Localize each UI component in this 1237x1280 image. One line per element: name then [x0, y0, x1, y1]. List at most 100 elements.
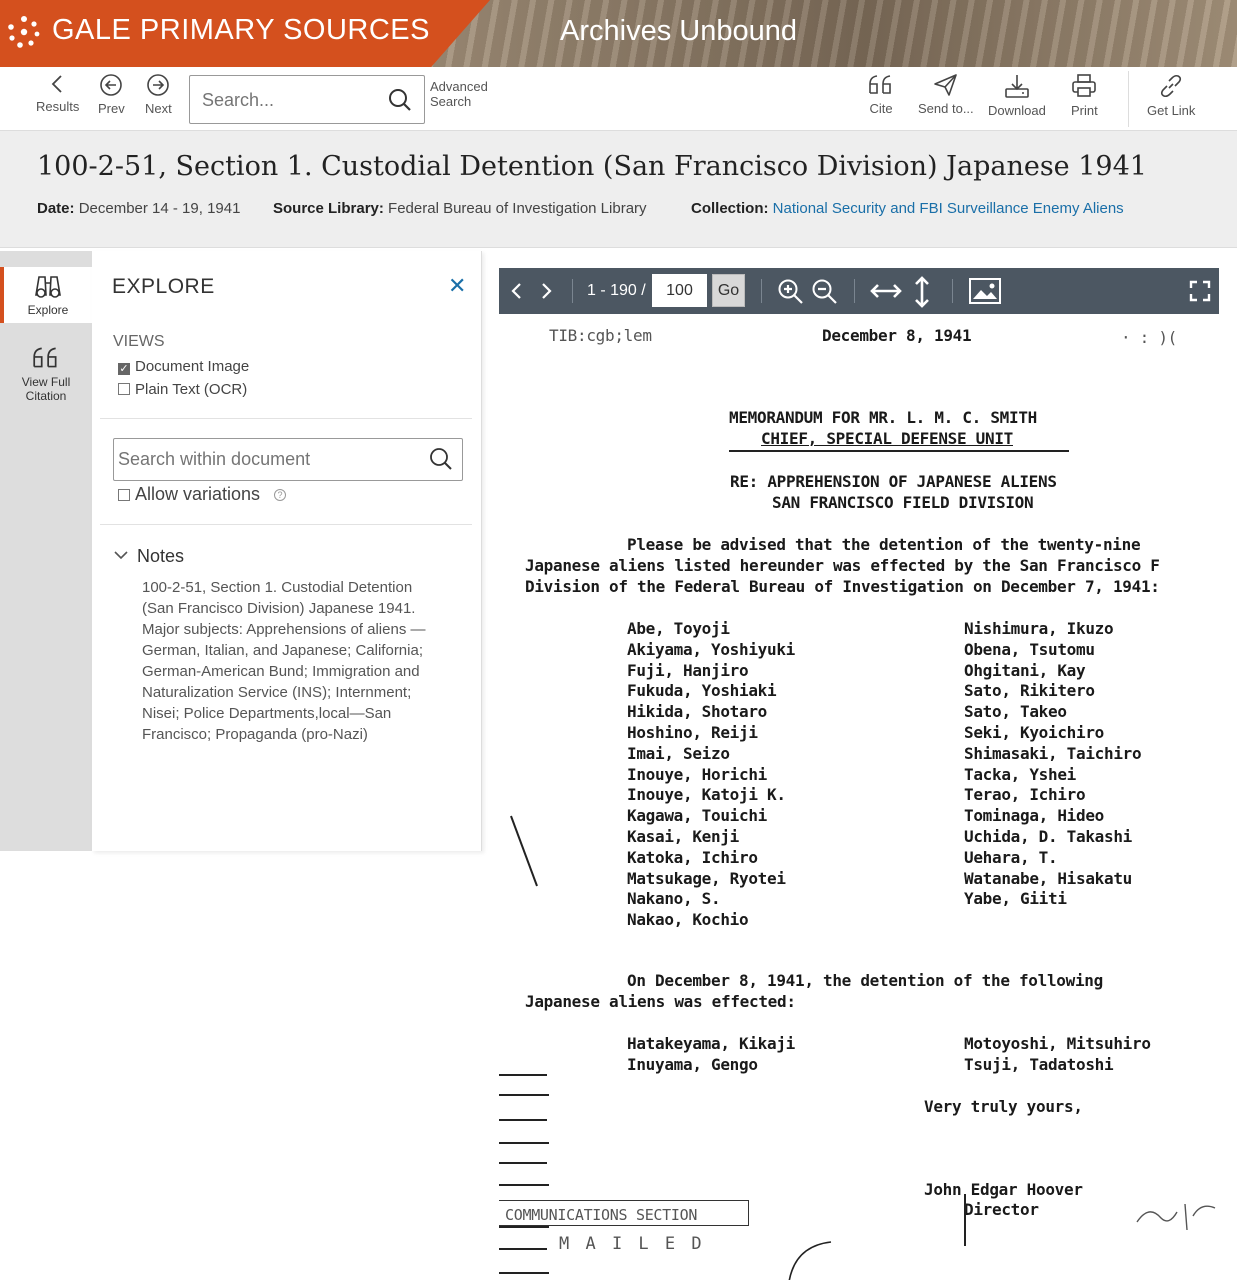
zoom-in-icon[interactable]	[777, 278, 805, 306]
cite-label: Cite	[869, 101, 893, 116]
product-name: Archives Unbound	[560, 15, 797, 47]
viewer-toolbar: 1 - 190 / Go	[499, 268, 1219, 314]
arrow-left-circle-icon	[100, 74, 123, 96]
memo-line-2: CHIEF, SPECIAL DEFENSE UNIT	[761, 429, 1013, 448]
scan-mark: · : )(	[1121, 328, 1177, 347]
image-icon[interactable]	[968, 277, 1002, 305]
fit-height-icon[interactable]	[912, 275, 932, 309]
paper-plane-icon	[934, 74, 957, 96]
margin-mark	[499, 1184, 549, 1186]
search-input[interactable]	[202, 90, 382, 111]
margin-mark	[499, 1094, 549, 1096]
advanced-search-link[interactable]: Advanced Search	[430, 79, 500, 109]
download-button[interactable]: Download	[988, 73, 1046, 118]
zoom-out-icon[interactable]	[811, 278, 839, 306]
next-button[interactable]: Next	[145, 73, 172, 116]
close-icon[interactable]: ✕	[448, 273, 466, 299]
viewer-divider	[761, 279, 762, 303]
fullscreen-icon[interactable]	[1189, 280, 1211, 302]
page-range: 1 - 190 /	[587, 282, 646, 299]
search-icon[interactable]	[429, 447, 453, 471]
divider	[100, 524, 472, 525]
viewer-divider	[952, 279, 953, 303]
explore-title: EXPLORE	[112, 275, 215, 298]
toolbar: Results Prev Next Advanced Search Cite S…	[0, 67, 1237, 131]
viewer-divider	[572, 279, 573, 303]
next-label: Next	[145, 101, 172, 116]
closing: Very truly yours,	[924, 1097, 1083, 1116]
gale-logo-icon	[8, 16, 40, 48]
pen-mark	[788, 1241, 832, 1280]
source-label: Source Library:	[273, 200, 384, 217]
go-button[interactable]: Go	[712, 274, 745, 307]
help-icon[interactable]: ?	[274, 489, 287, 501]
tab-explore-label: Explore	[27, 303, 69, 317]
views-label: VIEWS	[113, 333, 165, 350]
arrow-right-circle-icon	[147, 74, 170, 96]
signature-title: Director	[964, 1200, 1039, 1219]
send-to-label: Send to...	[918, 101, 974, 116]
viewer-divider	[854, 279, 855, 303]
signature-name: John Edgar Hoover	[924, 1180, 1083, 1199]
tab-view-full-citation[interactable]: View Full Citation	[0, 345, 92, 409]
checkbox-checked[interactable]: ✓	[118, 363, 130, 375]
collection-label: Collection:	[691, 200, 769, 217]
send-to-button[interactable]: Send to...	[918, 73, 974, 116]
allow-variations-option[interactable]: Allow variations?	[118, 484, 287, 505]
margin-mark	[499, 1226, 549, 1228]
notes-label: Notes	[137, 546, 185, 566]
search-icon[interactable]	[388, 88, 412, 112]
paragraph-1-line-2: Japanese aliens listed hereunder was eff…	[525, 556, 1160, 575]
stamp-line-1: COMMUNICATIONS SECTION	[505, 1206, 698, 1224]
binoculars-icon	[35, 276, 61, 298]
page-number-input[interactable]	[652, 274, 707, 307]
names-list-2-left: Hatakeyama, Kikaji Inuyama, Gengo	[627, 1034, 795, 1074]
margin-mark	[499, 1119, 547, 1121]
cite-button[interactable]: Cite	[867, 73, 895, 116]
download-icon	[1005, 75, 1029, 98]
collection-meta: Collection: National Security and FBI Su…	[691, 200, 1124, 217]
margin-mark	[499, 1074, 547, 1076]
document-image[interactable]: TIB:cgb;lem December 8, 1941 · : )( MEMO…	[499, 314, 1237, 1280]
prev-button[interactable]: Prev	[98, 73, 125, 116]
checkbox-unchecked[interactable]	[118, 489, 130, 501]
quote-icon	[33, 347, 57, 368]
paragraph-2-line-2: Japanese aliens was effected:	[525, 992, 796, 1011]
prev-label: Prev	[98, 101, 125, 116]
view-document-image-label: Document Image	[135, 358, 250, 375]
search-within-input[interactable]	[118, 449, 418, 470]
source-meta: Source Library: Federal Bureau of Invest…	[273, 200, 647, 217]
memo-underline	[729, 450, 1069, 452]
memo-line-1: MEMORANDUM FOR MR. L. M. C. SMITH	[729, 408, 1037, 427]
print-button[interactable]: Print	[1071, 73, 1098, 118]
advanced-search-line2: Search	[430, 94, 472, 109]
brand-block[interactable]: GALE PRIMARY SOURCES	[0, 0, 490, 67]
paragraph-1-line-1: Please be advised that the detention of …	[627, 535, 1141, 554]
tab-explore[interactable]: Explore	[0, 267, 92, 323]
quote-icon	[869, 75, 891, 94]
pen-mark	[510, 815, 538, 887]
collection-link[interactable]: National Security and FBI Surveillance E…	[773, 200, 1124, 217]
search-box	[189, 75, 425, 124]
names-list-2-right: Motoyoshi, Mitsuhiro Tsuji, Tadatoshi	[964, 1034, 1151, 1074]
chevron-left-icon	[51, 75, 62, 93]
fit-width-icon[interactable]	[869, 281, 903, 301]
date-value: December 14 - 19, 1941	[78, 200, 241, 217]
margin-mark	[499, 1142, 549, 1144]
checkbox-unchecked[interactable]	[118, 383, 130, 395]
notes-toggle[interactable]: Notes	[113, 546, 184, 567]
view-plain-text-label: Plain Text (OCR)	[135, 381, 248, 398]
view-plain-text-option[interactable]: Plain Text (OCR)	[118, 381, 247, 398]
side-tabs: Explore View Full Citation	[0, 251, 92, 851]
chevron-left-icon[interactable]	[509, 281, 525, 301]
scan-reference: TIB:cgb;lem	[549, 326, 652, 345]
explore-panel: EXPLORE ✕ VIEWS ✓ Document Image Plain Te…	[92, 251, 482, 851]
tab-citation-line2: Citation	[25, 389, 67, 403]
signature-bracket	[964, 1194, 966, 1246]
view-document-image-option[interactable]: ✓ Document Image	[118, 358, 249, 375]
document-header: 100-2-51, Section 1. Custodial Detention…	[0, 131, 1237, 248]
results-button[interactable]: Results	[36, 73, 79, 114]
document-title: 100-2-51, Section 1. Custodial Detention…	[37, 151, 1147, 182]
get-link-button[interactable]: Get Link	[1147, 73, 1195, 118]
chevron-right-icon[interactable]	[538, 281, 554, 301]
